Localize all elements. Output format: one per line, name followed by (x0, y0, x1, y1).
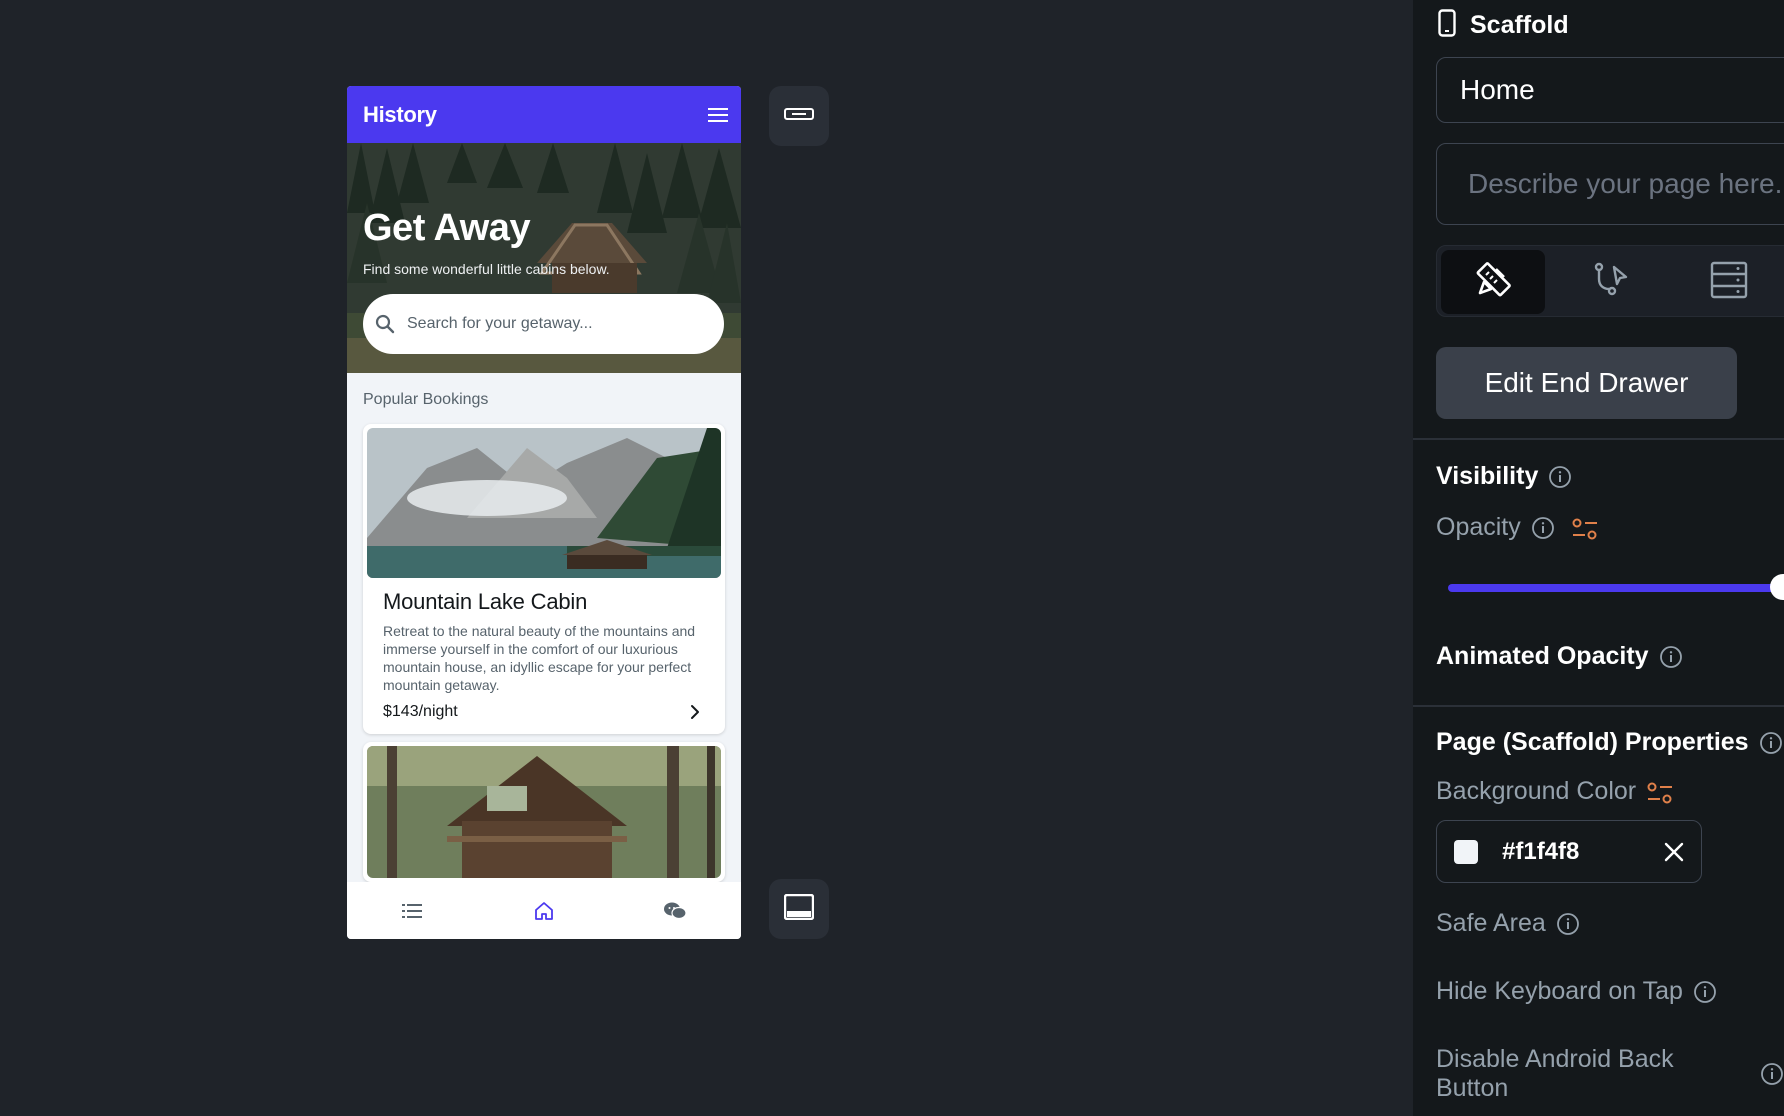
set-variable-icon[interactable] (1571, 516, 1597, 540)
info-icon[interactable] (1760, 1062, 1784, 1086)
page-description-input[interactable] (1436, 143, 1784, 225)
booking-card[interactable]: Mountain Lake Cabin Retreat to the natur… (363, 424, 725, 734)
app-bar: History (347, 86, 741, 143)
menu-icon[interactable] (707, 103, 731, 127)
page-name-input[interactable] (1436, 57, 1784, 123)
hide-keyboard-label: Hide Keyboard on Tap (1436, 977, 1683, 1005)
animated-opacity-label: Animated Opacity (1436, 642, 1649, 670)
edit-end-drawer-button[interactable]: Edit End Drawer (1436, 347, 1737, 419)
backend-query-icon (1709, 259, 1749, 306)
actions-icon (1590, 259, 1632, 306)
color-value: #f1f4f8 (1502, 837, 1580, 865)
color-swatch[interactable] (1454, 839, 1478, 864)
background-color-field[interactable]: #f1f4f8 (1436, 820, 1702, 883)
info-icon[interactable] (1693, 980, 1717, 1004)
info-icon[interactable] (1531, 516, 1555, 540)
phone-preview: History Get Away Find some wonderful lit… (347, 86, 741, 939)
card-price: $143/night (383, 703, 458, 720)
appbar-toggle-button[interactable] (769, 86, 829, 146)
close-icon[interactable] (1660, 838, 1688, 866)
hero-subtitle: Find some wonderful little cabins below. (363, 261, 610, 277)
card-footer: $143/night (383, 702, 705, 722)
phone-icon (1438, 9, 1456, 42)
divider (1413, 705, 1784, 707)
scaffold-properties-title: Page (Scaffold) Properties (1436, 728, 1783, 757)
visibility-label: Visibility (1436, 462, 1539, 490)
panel-header: Scaffold (1438, 9, 1569, 42)
opacity-slider[interactable] (1448, 574, 1784, 600)
animated-opacity-row: Animated Opacity (1436, 642, 1683, 671)
card-title: Mountain Lake Cabin (383, 589, 588, 614)
opacity-label: Opacity (1436, 513, 1521, 541)
tab-backend-query[interactable] (1677, 250, 1781, 314)
background-color-label: Background Color (1436, 777, 1637, 805)
divider (1413, 438, 1784, 440)
list-icon[interactable] (393, 891, 433, 931)
search-input[interactable] (407, 315, 707, 333)
tab-properties[interactable] (1441, 250, 1545, 314)
safe-area-row: Safe Area (1436, 909, 1580, 938)
safe-area-label: Safe Area (1436, 909, 1546, 937)
app-bar-title: History (363, 101, 437, 127)
info-icon[interactable] (1556, 912, 1580, 936)
forest-cabin-image (367, 746, 721, 878)
navbar-toggle-icon (783, 893, 815, 925)
chevron-right-icon[interactable] (685, 702, 705, 722)
mountain-lake-image (367, 428, 721, 578)
info-icon[interactable] (1548, 465, 1572, 489)
hide-keyboard-row: Hide Keyboard on Tap (1436, 977, 1717, 1006)
panel-header-title: Scaffold (1470, 11, 1569, 39)
card-description: Retreat to the natural beauty of the mou… (383, 623, 696, 693)
opacity-slider-track (1448, 584, 1784, 592)
hero-section: Get Away Find some wonderful little cabi… (347, 143, 741, 373)
scaffold-properties-label: Page (Scaffold) Properties (1436, 728, 1749, 756)
opacity-row: Opacity (1436, 513, 1597, 542)
popular-bookings-label: Popular Bookings (363, 391, 489, 408)
bottom-nav-bar (347, 882, 741, 939)
search-icon (373, 312, 397, 336)
chat-icon[interactable] (655, 891, 695, 931)
search-bar[interactable] (363, 294, 724, 354)
info-icon[interactable] (1659, 645, 1683, 669)
visibility-section-title: Visibility (1436, 462, 1572, 491)
background-color-row: Background Color (1436, 777, 1673, 806)
properties-panel: Scaffold Edit End Drawer Visibility Opac… (1413, 0, 1784, 1116)
navbar-toggle-button[interactable] (769, 879, 829, 939)
opacity-slider-thumb[interactable] (1770, 574, 1784, 600)
disable-back-row: Disable Android Back Button (1436, 1045, 1784, 1103)
booking-card[interactable] (363, 742, 725, 882)
info-icon[interactable] (1759, 731, 1783, 755)
tab-actions[interactable] (1559, 250, 1663, 314)
appbar-toggle-icon (784, 106, 814, 127)
set-variable-icon[interactable] (1646, 780, 1673, 804)
home-icon[interactable] (524, 891, 564, 931)
panel-tabs (1436, 245, 1784, 317)
disable-back-label: Disable Android Back Button (1436, 1045, 1674, 1102)
design-tools-icon (1472, 259, 1514, 306)
hero-title: Get Away (363, 207, 531, 249)
